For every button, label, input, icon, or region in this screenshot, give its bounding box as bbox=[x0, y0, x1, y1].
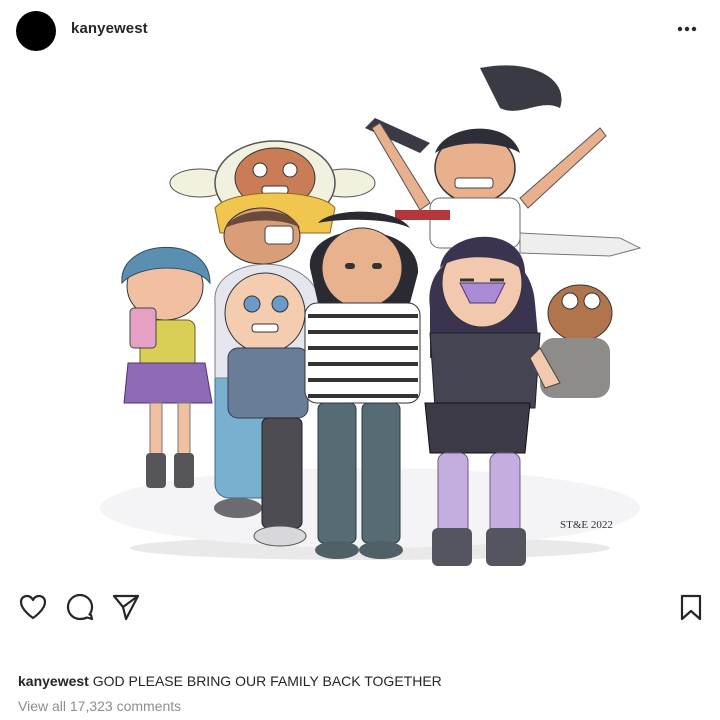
comment-icon[interactable] bbox=[65, 592, 95, 622]
action-bar bbox=[0, 584, 720, 628]
phone-girl-character bbox=[121, 246, 213, 488]
more-dots-icon[interactable] bbox=[672, 14, 702, 44]
post-header: kanyewest bbox=[0, 0, 720, 58]
header-username[interactable]: kanyewest bbox=[71, 20, 148, 37]
instagram-post: kanyewest ST&E 2022 kanyewest GOD PLEASE… bbox=[0, 0, 720, 720]
heart-icon[interactable] bbox=[18, 592, 48, 622]
caption-text: GOD PLEASE BRING OUR FAMILY BACK TOGETHE… bbox=[92, 673, 442, 689]
caption-username[interactable]: kanyewest bbox=[18, 673, 89, 689]
bookmark-icon[interactable] bbox=[676, 592, 706, 622]
send-icon[interactable] bbox=[111, 592, 141, 622]
family-illustration: ST&E 2022 bbox=[100, 65, 642, 566]
artist-signature: ST&E 2022 bbox=[560, 519, 613, 531]
view-comments-link[interactable]: View all 17,323 comments bbox=[18, 698, 181, 714]
post-image[interactable]: ST&E 2022 bbox=[0, 58, 720, 582]
post-caption: kanyewest GOD PLEASE BRING OUR FAMILY BA… bbox=[18, 673, 442, 689]
avatar[interactable] bbox=[16, 11, 56, 51]
jumping-character bbox=[365, 65, 642, 257]
